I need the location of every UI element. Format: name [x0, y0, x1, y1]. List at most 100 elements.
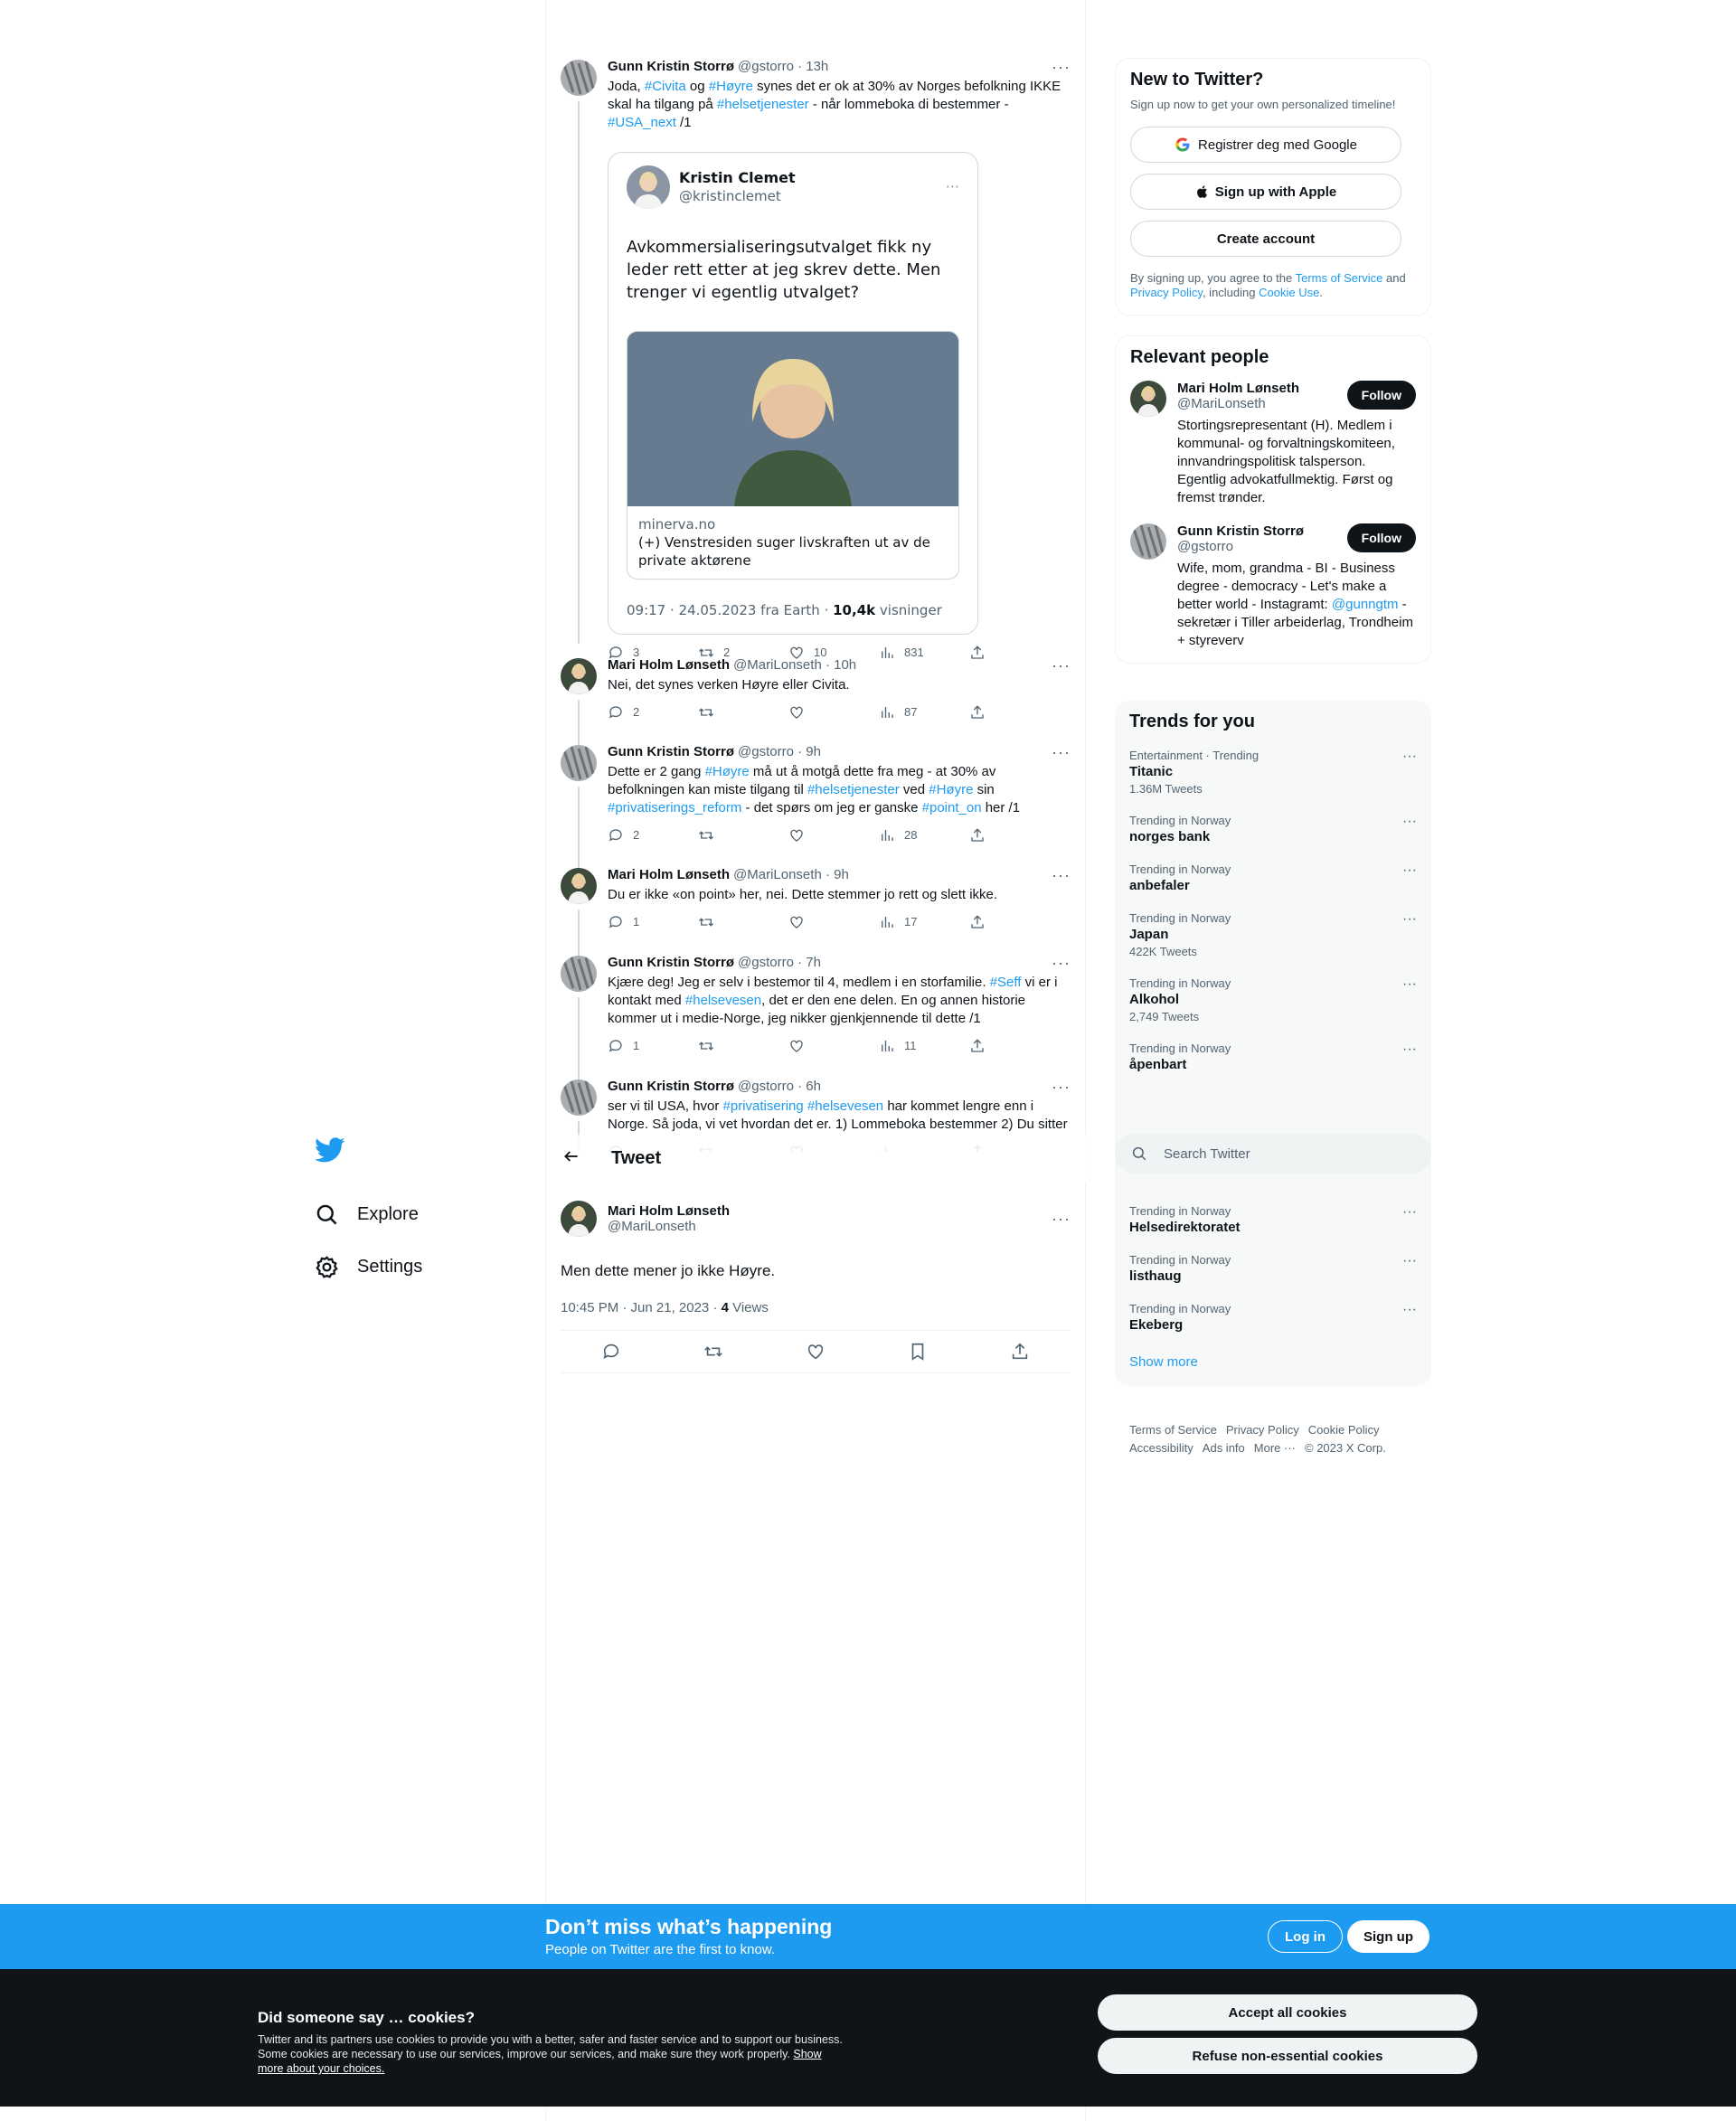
avatar[interactable] [627, 165, 670, 209]
hashtag-link[interactable]: #helsevesen [685, 993, 761, 1008]
trend-item[interactable]: Trending in Norway Alkohol 2,749 Tweets … [1129, 967, 1417, 1032]
trend-item[interactable]: Trending in Norway norges bank ··· [1129, 805, 1417, 853]
create-account-button[interactable]: Create account [1130, 221, 1401, 257]
tweet[interactable]: Mari Holm Lønseth @MariLonseth · 10h ··· Ne… [561, 656, 1071, 754]
show-more-link[interactable]: Show more [1129, 1342, 1417, 1375]
more-icon[interactable]: ··· [1402, 814, 1417, 844]
author-meta[interactable]: @gstorro · 7h [738, 954, 821, 972]
footer-terms[interactable]: Terms of Service [1129, 1423, 1217, 1437]
search-input[interactable]: Search Twitter [1115, 1134, 1431, 1174]
more-icon[interactable]: ··· [1402, 1302, 1417, 1333]
more-icon[interactable]: ··· [1052, 955, 1071, 971]
back-arrow-icon[interactable] [546, 1147, 597, 1171]
retweet-button[interactable] [698, 827, 788, 844]
person-name[interactable]: Mari Holm Lønseth [1177, 381, 1338, 396]
more-icon[interactable]: ··· [1052, 867, 1071, 883]
avatar[interactable] [561, 956, 597, 992]
more-icon[interactable]: ··· [1402, 749, 1417, 796]
hashtag-link[interactable]: #Høyre [705, 764, 750, 779]
more-icon[interactable]: ··· [1402, 1042, 1417, 1072]
more-icon[interactable]: ··· [1052, 59, 1071, 75]
link-card[interactable]: minerva.no (+) Venstresiden suger livskr… [627, 331, 959, 580]
bookmark-icon[interactable] [908, 1342, 928, 1362]
author-meta[interactable]: @MariLonseth · 9h [733, 866, 849, 884]
person-card[interactable]: Mari Holm Lønseth @MariLonseth Follow St… [1130, 381, 1416, 507]
footer-privacy[interactable]: Privacy Policy [1226, 1423, 1299, 1437]
person-handle[interactable]: @gstorro [1177, 539, 1338, 554]
author-name[interactable]: Mari Holm Lønseth [608, 1203, 730, 1219]
cookie-use-link[interactable]: Cookie Use [1259, 286, 1319, 299]
author-name[interactable]: Gunn Kristin Storrø [608, 743, 734, 761]
share-button[interactable] [969, 827, 1060, 844]
avatar[interactable] [561, 1079, 597, 1116]
footer-cookie[interactable]: Cookie Policy [1308, 1423, 1380, 1437]
quoted-timestamp[interactable]: 09:17 · 24.05.2023 fra Earth · [627, 602, 833, 618]
author-name[interactable]: Gunn Kristin Storrø [608, 1078, 734, 1096]
avatar[interactable] [561, 1201, 597, 1237]
more-icon[interactable]: ··· [1402, 976, 1417, 1023]
signup-button[interactable]: Sign up [1347, 1920, 1429, 1953]
avatar[interactable] [1130, 523, 1166, 560]
more-icon[interactable]: ··· [1052, 657, 1071, 674]
hashtag-link[interactable]: #Høyre [929, 782, 973, 797]
tweet[interactable]: Gunn Kristin Storrø @gstorro · 13h ··· Joda… [561, 58, 1071, 662]
author-meta[interactable]: @MariLonseth · 10h [733, 656, 856, 674]
person-card[interactable]: Gunn Kristin Storrø @gstorro Follow Wife… [1130, 523, 1416, 650]
tweet[interactable]: Gunn Kristin Storrø @gstorro · 7h ··· Kjære… [561, 954, 1071, 1088]
hashtag-link[interactable]: #Seff [990, 975, 1022, 990]
like-button[interactable] [788, 827, 879, 844]
avatar[interactable] [1130, 381, 1166, 417]
author-handle[interactable]: @MariLonseth [608, 1219, 730, 1234]
hashtag-link[interactable]: #Høyre [709, 79, 753, 94]
views-button[interactable]: 17 [879, 913, 969, 931]
refuse-cookies-button[interactable]: Refuse non-essential cookies [1098, 2038, 1477, 2074]
retweet-button[interactable] [698, 1038, 788, 1054]
more-icon[interactable]: ··· [1402, 911, 1417, 958]
share-button[interactable] [969, 1038, 1060, 1054]
apple-signup-button[interactable]: Sign up with Apple [1130, 174, 1401, 210]
hashtag-link[interactable]: #privatiserings_reform [608, 800, 741, 815]
avatar[interactable] [561, 658, 597, 694]
follow-button[interactable]: Follow [1346, 523, 1416, 552]
like-button[interactable] [788, 704, 879, 721]
like-icon[interactable] [806, 1342, 826, 1362]
retweet-button[interactable] [698, 914, 788, 930]
more-icon[interactable]: ··· [1052, 1210, 1071, 1229]
reply-button[interactable]: 2 [608, 703, 698, 721]
hashtag-link[interactable]: #USA_next [608, 115, 676, 130]
like-button[interactable] [788, 1038, 879, 1054]
more-icon[interactable]: ··· [1402, 1204, 1417, 1235]
avatar[interactable] [561, 868, 597, 904]
like-button[interactable] [788, 914, 879, 930]
hashtag-link[interactable]: #helsevesen [807, 1098, 883, 1114]
accept-cookies-button[interactable]: Accept all cookies [1098, 1994, 1477, 2031]
views-button[interactable]: 28 [879, 826, 969, 844]
hashtag-link[interactable]: #helsetjenester [807, 782, 900, 797]
nav-settings[interactable]: Settings [307, 1240, 533, 1293]
hashtag-link[interactable]: #point_on [922, 800, 982, 815]
tweet-timestamp[interactable]: 10:45 PM · Jun 21, 2023 · [561, 1300, 722, 1315]
author-name[interactable]: Mari Holm Lønseth [608, 866, 730, 884]
footer-ads[interactable]: Ads info [1203, 1441, 1245, 1455]
more-icon[interactable]: ··· [1052, 744, 1071, 760]
author-name[interactable]: Gunn Kristin Storrø [608, 954, 734, 972]
reply-button[interactable]: 1 [608, 913, 698, 931]
twitter-logo-icon[interactable] [315, 1135, 345, 1165]
trend-item[interactable]: Trending in Norway listhaug ··· [1129, 1244, 1417, 1293]
author-name[interactable]: Mari Holm Lønseth [608, 656, 730, 674]
person-handle[interactable]: @MariLonseth [1177, 396, 1338, 411]
views-button[interactable]: 11 [879, 1037, 969, 1055]
login-button[interactable]: Log in [1268, 1920, 1343, 1953]
reply-icon[interactable] [601, 1342, 621, 1362]
retweet-button[interactable] [698, 704, 788, 721]
more-icon[interactable]: ··· [946, 178, 959, 196]
trend-item[interactable]: Trending in Norway åpenbart ··· [1129, 1032, 1417, 1081]
privacy-link[interactable]: Privacy Policy [1130, 286, 1203, 299]
person-name[interactable]: Gunn Kristin Storrø [1177, 523, 1338, 539]
hashtag-link[interactable]: #Civita [645, 79, 686, 94]
reply-button[interactable]: 2 [608, 826, 698, 844]
tweet[interactable]: Mari Holm Lønseth @MariLonseth · 9h ··· Du … [561, 866, 1071, 964]
author-meta[interactable]: @gstorro · 9h [738, 743, 821, 761]
views-button[interactable]: 87 [879, 703, 969, 721]
trend-item[interactable]: Trending in Norway Helsedirektoratet ··· [1129, 1195, 1417, 1244]
